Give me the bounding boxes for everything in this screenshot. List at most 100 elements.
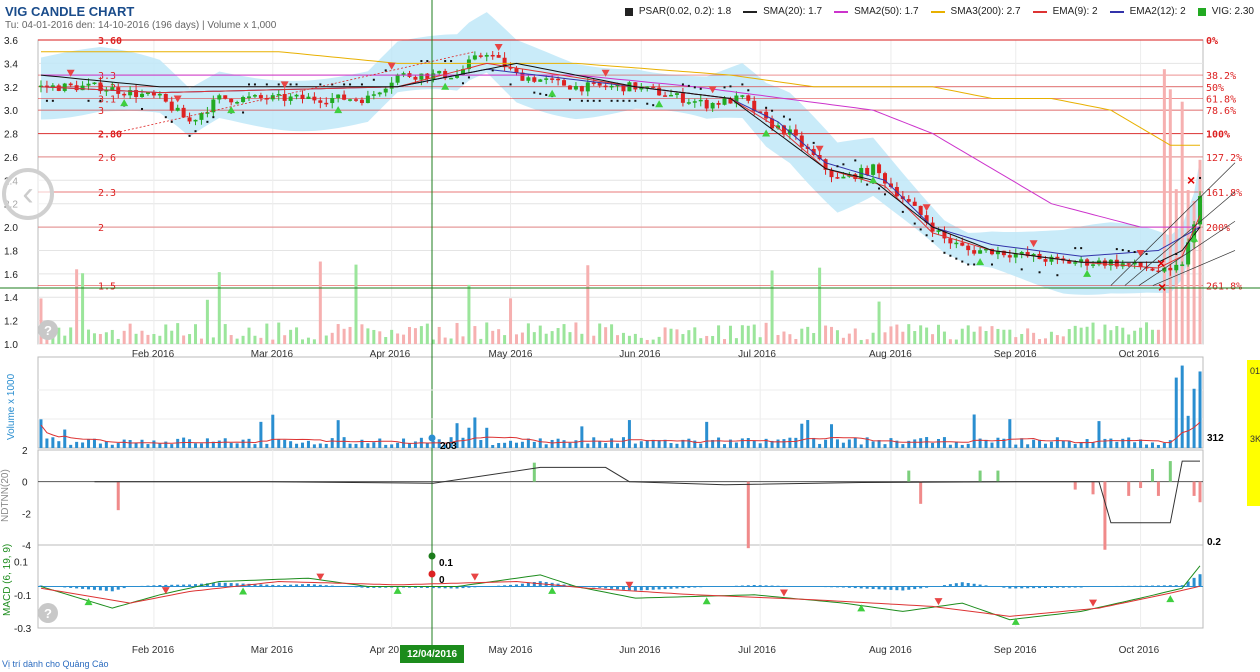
volume-bar [841,442,845,448]
candle-body [1091,264,1096,266]
volume-bar [199,443,203,448]
y-tick-label: -4 [22,541,31,552]
macd-histogram-bar [318,584,322,587]
volume-bar [794,437,798,448]
psar-dot [194,130,197,133]
psar-dot [681,83,684,86]
psar-dot [1115,248,1118,251]
macd-histogram-bar [1055,586,1059,588]
candle-body [419,73,424,80]
volume-bar [479,439,483,448]
macd-histogram-bar [301,584,305,587]
psar-dot [592,99,595,102]
macd-histogram-bar [491,586,495,587]
background-volume-bar [1014,337,1018,344]
background-volume-bar [907,324,911,344]
background-volume-bar [824,325,828,344]
macd-histogram-bar [1097,586,1101,587]
macd-histogram-bar [1198,574,1202,587]
background-volume-bar [378,331,382,344]
candle-body [538,79,543,82]
background-volume-bar [467,284,471,344]
background-volume-bar [390,329,394,344]
volume-bar [491,444,495,448]
volume-bar [859,444,863,448]
macd-histogram-bar [705,586,709,587]
chart-canvas[interactable]: 1.01.21.41.61.82.02.22.42.62.83.03.23.43… [0,0,1260,672]
volume-bar [360,439,364,448]
candle-body [651,86,656,88]
macd-histogram-bar [978,584,982,587]
background-volume-bar [931,334,935,344]
volume-bar [81,442,85,448]
background-volume-bar [865,339,869,344]
candle-body [223,95,228,99]
help-icon[interactable]: ? [38,320,58,340]
background-volume-bar [830,326,834,344]
psar-dot [420,60,423,63]
background-volume-bar [574,322,578,344]
background-volume-bar [342,328,346,344]
macd-histogram-bar [295,584,299,587]
background-volume-bar [1061,336,1065,344]
volume-bar [687,438,691,448]
psar-dot [747,89,750,92]
cross-marker: × [1187,172,1195,188]
psar-dot [1056,274,1059,277]
candle-body [169,101,174,111]
volume-bar [580,426,584,448]
macd-histogram-bar [140,585,144,587]
candle-body [906,199,911,202]
background-volume-bar [152,334,156,344]
psar-dot [788,118,791,121]
macd-histogram-bar [651,586,655,590]
background-volume-bar [336,324,340,344]
previous-period-button[interactable]: ‹ [2,168,54,220]
background-volume-bar [182,335,186,344]
macd-histogram-bar [895,586,899,591]
candle-body [80,85,85,91]
y-tick-label: -2 [22,509,31,520]
candle-body [1055,256,1060,259]
psar-dot [349,83,352,86]
macd-histogram-bar [723,586,727,587]
volume-bar [1055,437,1059,448]
background-volume-bar [645,339,649,344]
macd-histogram-bar [598,586,602,588]
background-volume-bar [835,330,839,344]
right-panel-mid-text: 3K [1250,434,1260,444]
macd-histogram-bar [277,585,281,587]
macd-histogram-bar [473,586,477,588]
volume-bar [592,437,596,448]
macd-histogram-bar [98,586,102,591]
background-volume-bar [580,333,584,344]
volume-bar [336,420,340,448]
background-volume-bar [449,338,453,344]
macd-histogram-bar [1133,585,1137,587]
fib-level-label: 100% [1206,130,1230,141]
macd-histogram-bar [509,584,513,587]
background-volume-bar [687,330,691,344]
volume-bar [485,427,489,448]
candle-body [62,83,67,91]
candle-body [526,77,531,81]
psar-dot [973,263,976,266]
macd-histogram-bar [312,584,316,587]
macd-histogram-bar [63,586,67,588]
macd-histogram-bar [1121,585,1125,587]
macd-histogram-bar [1156,585,1160,587]
candle-body [686,102,691,104]
macd-histogram-bar [746,585,750,587]
volume-bar [919,438,923,448]
candle-body [1019,252,1024,254]
macd-histogram-bar [1091,586,1095,587]
help-icon[interactable]: ? [38,603,58,623]
background-volume-bar [247,327,251,344]
macd-histogram-bar [217,582,221,587]
ndtnn-bar [919,481,923,504]
volume-bar [835,439,839,448]
background-volume-bar [746,325,750,344]
x-tick-label: Oct 2016 [1119,645,1160,656]
background-volume-bar [164,324,168,344]
psar-dot [901,210,904,213]
